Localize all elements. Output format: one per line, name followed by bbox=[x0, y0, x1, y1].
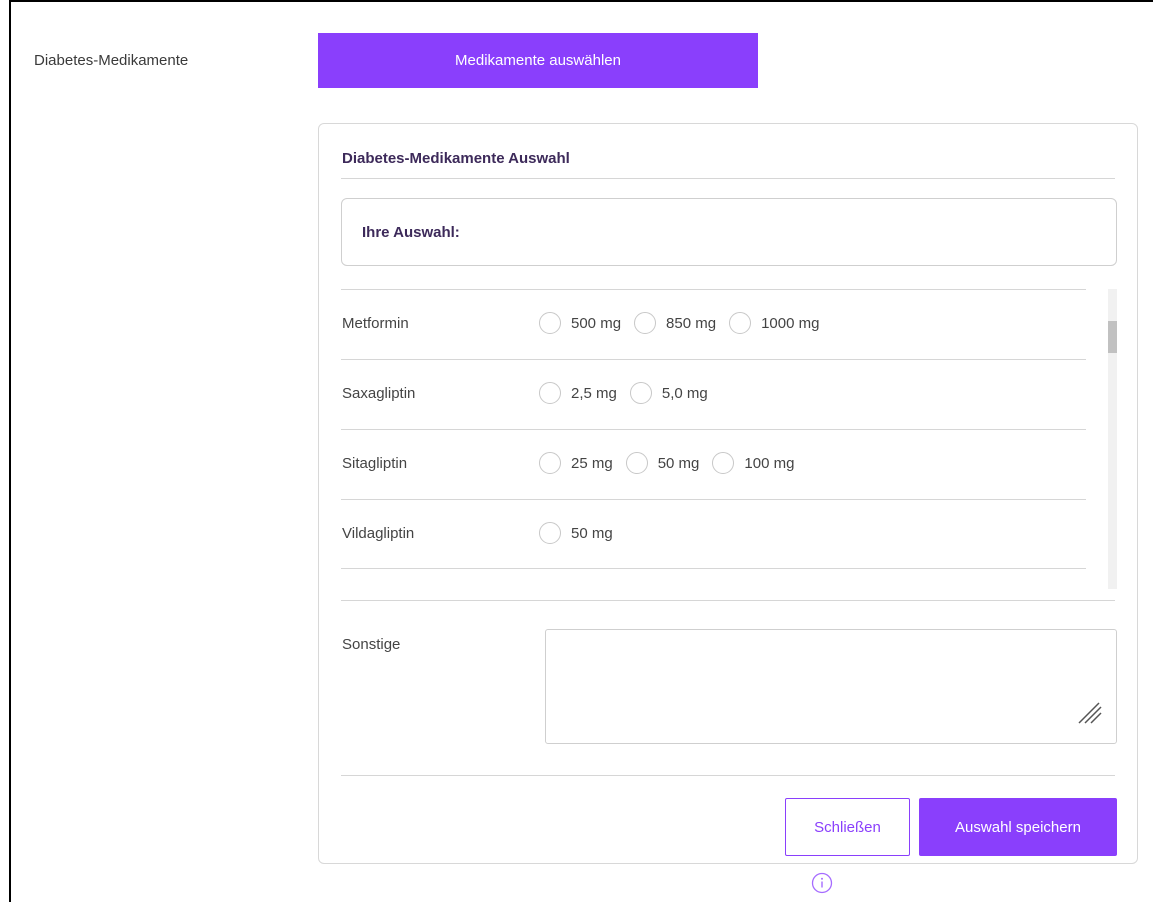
dose-option[interactable]: 1000 mg bbox=[729, 312, 819, 334]
dose-option[interactable]: 5,0 mg bbox=[629, 382, 708, 404]
close-button[interactable]: Schließen bbox=[785, 798, 910, 856]
dose-option[interactable]: 50 mg bbox=[539, 522, 613, 544]
dose-label: 5,0 mg bbox=[661, 384, 708, 402]
dose-options: 50 mg bbox=[539, 522, 626, 544]
radio-button[interactable] bbox=[539, 522, 561, 544]
list-scrollbar[interactable] bbox=[1108, 289, 1117, 589]
radio-button[interactable] bbox=[625, 452, 648, 474]
selection-summary: Ihre Auswahl: bbox=[341, 198, 1117, 266]
selection-label: Ihre Auswahl: bbox=[362, 224, 460, 241]
field-label: Diabetes-Medikamente bbox=[34, 52, 189, 69]
dose-label: 2,5 mg bbox=[571, 384, 617, 402]
medication-name: Vildagliptin bbox=[342, 525, 415, 542]
medication-row-saxagliptin: Saxagliptin 2,5 mg 5,0 mg bbox=[341, 359, 1086, 429]
dose-options: 500 mg 850 mg 1000 mg bbox=[539, 312, 832, 334]
dose-options: 25 mg 50 mg 100 mg bbox=[539, 452, 807, 474]
panel-title: Diabetes-Medikamente Auswahl bbox=[342, 150, 570, 167]
radio-button[interactable] bbox=[539, 312, 561, 334]
dose-label: 500 mg bbox=[571, 314, 622, 332]
dose-label: 1000 mg bbox=[761, 314, 820, 332]
divider bbox=[341, 775, 1115, 776]
other-medications-textarea[interactable] bbox=[545, 629, 1117, 744]
medication-selection-panel: Diabetes-Medikamente Auswahl Ihre Auswah… bbox=[318, 123, 1138, 864]
medication-list: Metformin 500 mg 850 mg 1000 mg Saxaglip… bbox=[341, 289, 1117, 589]
dose-label: 50 mg bbox=[657, 454, 700, 472]
medication-row-metformin: Metformin 500 mg 850 mg 1000 mg bbox=[341, 289, 1086, 359]
dose-options: 2,5 mg 5,0 mg bbox=[539, 382, 721, 404]
radio-button[interactable] bbox=[539, 382, 561, 404]
select-medications-button[interactable]: Medikamente auswählen bbox=[318, 33, 758, 88]
dose-label: 100 mg bbox=[744, 454, 795, 472]
medication-name: Saxagliptin bbox=[342, 385, 416, 402]
chevron-up-icon[interactable] bbox=[1108, 293, 1117, 317]
radio-button[interactable] bbox=[634, 312, 657, 334]
radio-button[interactable] bbox=[539, 452, 561, 474]
dose-label: 25 mg bbox=[571, 454, 613, 472]
dose-option[interactable]: 850 mg bbox=[634, 312, 716, 334]
scrollbar-thumb[interactable] bbox=[1108, 321, 1117, 353]
dose-option[interactable]: 100 mg bbox=[712, 452, 794, 474]
medication-name: Metformin bbox=[342, 315, 409, 332]
medication-row-vildagliptin: Vildagliptin 50 mg bbox=[341, 499, 1086, 569]
dose-option[interactable]: 50 mg bbox=[625, 452, 700, 474]
radio-button[interactable] bbox=[712, 452, 735, 474]
chevron-down-icon[interactable] bbox=[1108, 563, 1117, 587]
dose-option[interactable]: 500 mg bbox=[539, 312, 621, 334]
dose-option[interactable]: 25 mg bbox=[539, 452, 613, 474]
medication-name: Sitagliptin bbox=[342, 455, 408, 472]
save-selection-button[interactable]: Auswahl speichern bbox=[919, 798, 1117, 856]
radio-button[interactable] bbox=[729, 312, 752, 334]
divider bbox=[341, 600, 1115, 601]
dose-label: 50 mg bbox=[571, 524, 613, 542]
dose-label: 850 mg bbox=[666, 314, 717, 332]
medication-row-sitagliptin: Sitagliptin 25 mg 50 mg 100 mg bbox=[341, 429, 1086, 499]
other-label: Sonstige bbox=[342, 636, 401, 653]
divider bbox=[341, 178, 1115, 179]
dose-option[interactable]: 2,5 mg bbox=[539, 382, 617, 404]
info-icon[interactable] bbox=[811, 872, 833, 894]
radio-button[interactable] bbox=[629, 382, 652, 404]
